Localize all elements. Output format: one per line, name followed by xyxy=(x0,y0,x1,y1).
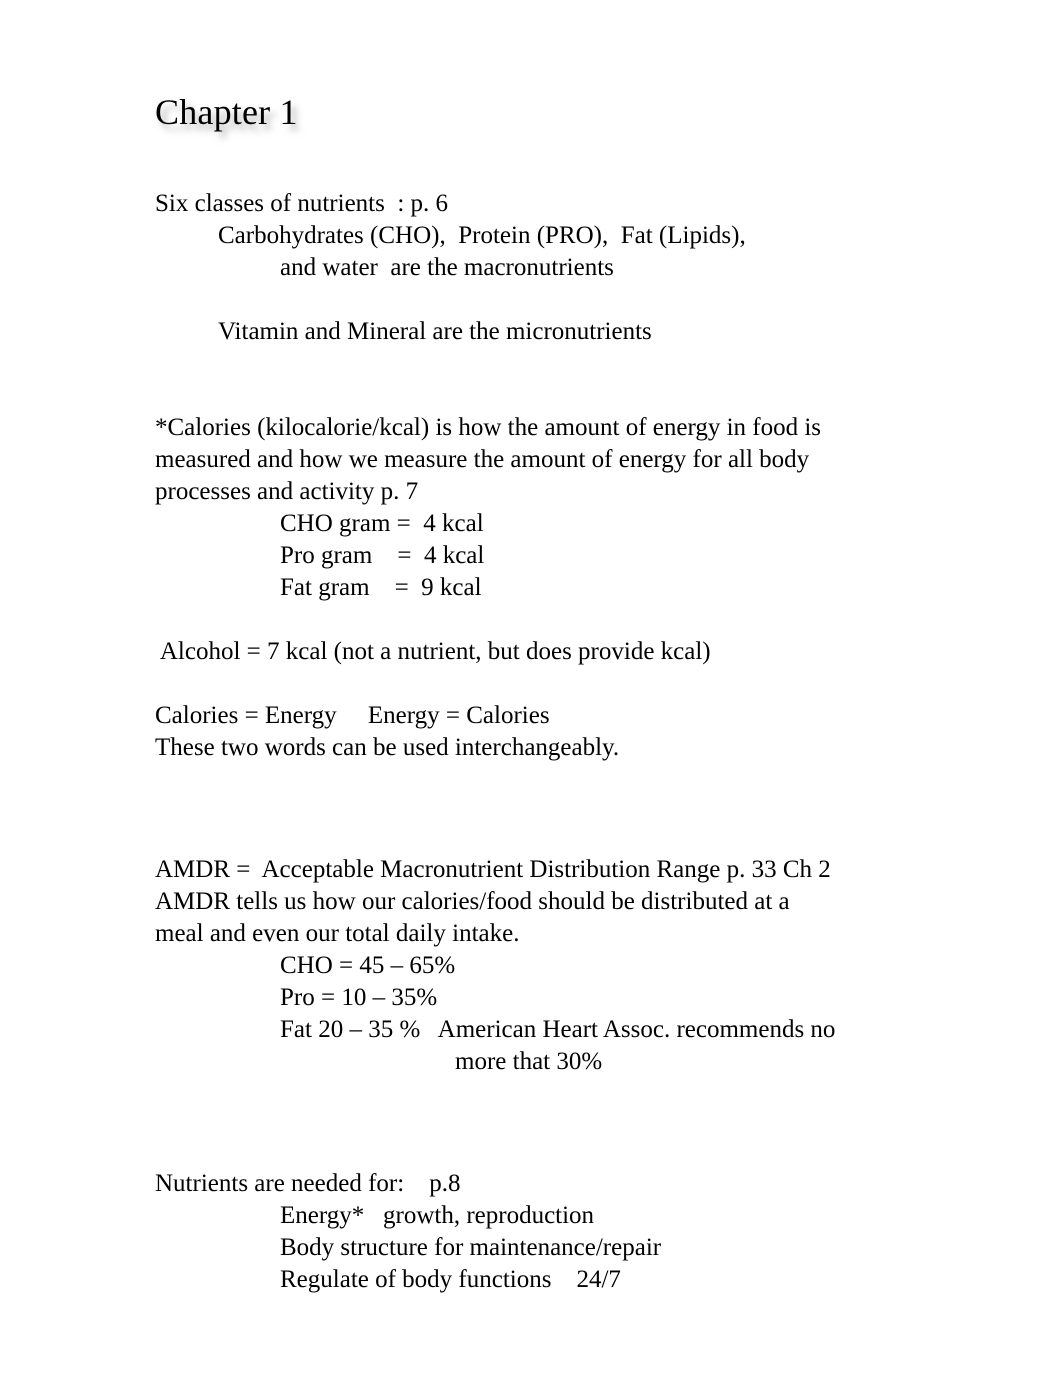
section-calories: *Calories (kilocalorie/kcal) is how the … xyxy=(155,412,955,764)
spacer-before-functions-2 xyxy=(155,1136,955,1168)
nutrient-function-body-structure: Body structure for maintenance/repair xyxy=(280,1234,662,1261)
macronutrients-line-continuation: and water are the macronutrients xyxy=(280,254,614,281)
spacer-before-functions xyxy=(155,1078,955,1136)
micronutrients-line: Vitamin and Mineral are the micronutrien… xyxy=(218,318,652,345)
amdr-range-cho: CHO = 45 – 65% xyxy=(280,952,456,979)
spacer-after-title xyxy=(155,134,955,188)
kcal-value-fat: Fat gram = 9 kcal xyxy=(280,574,482,601)
alcohol-line: Alcohol = 7 kcal (not a nutrient, but do… xyxy=(155,638,711,665)
nutrient-functions-heading: Nutrients are needed for: p.8 xyxy=(155,1170,461,1197)
amdr-range-fat-continuation: more that 30% xyxy=(455,1048,603,1075)
document-page: Chapter 1 Six classes of nutrients : p. … xyxy=(0,0,1062,1377)
calories-paragraph-line-2: measured and how we measure the amount o… xyxy=(155,446,810,473)
nutrient-function-regulate: Regulate of body functions 24/7 xyxy=(280,1266,621,1293)
document-body: Chapter 1 Six classes of nutrients : p. … xyxy=(155,90,955,1296)
amdr-definition-line-3: meal and even our total daily intake. xyxy=(155,920,520,947)
amdr-range-pro: Pro = 10 – 35% xyxy=(280,984,438,1011)
section-amdr: AMDR = Acceptable Macronutrient Distribu… xyxy=(155,854,955,1078)
page-title: Chapter 1 xyxy=(155,92,298,132)
kcal-value-pro: Pro gram = 4 kcal xyxy=(280,542,485,569)
calories-energy-note: These two words can be used interchangea… xyxy=(155,734,620,761)
section-nutrient-functions: Nutrients are needed for: p.8 Energy* gr… xyxy=(155,1168,955,1296)
amdr-definition-line-1: AMDR = Acceptable Macronutrient Distribu… xyxy=(155,856,831,883)
macronutrients-line: Carbohydrates (CHO), Protein (PRO), Fat … xyxy=(218,222,746,249)
calories-energy-equivalence: Calories = Energy Energy = Calories xyxy=(155,702,550,729)
nutrient-classes-heading: Six classes of nutrients : p. 6 xyxy=(155,190,449,217)
section-nutrient-classes: Six classes of nutrients : p. 6 Carbohyd… xyxy=(155,188,955,348)
spacer-before-amdr xyxy=(155,764,955,822)
kcal-value-cho: CHO gram = 4 kcal xyxy=(280,510,484,537)
nutrient-function-energy: Energy* growth, reproduction xyxy=(280,1202,595,1229)
spacer-before-amdr-2 xyxy=(155,822,955,854)
calories-paragraph-line-1: *Calories (kilocalorie/kcal) is how the … xyxy=(155,414,822,441)
spacer-before-calories xyxy=(155,348,955,412)
amdr-definition-line-2: AMDR tells us how our calories/food shou… xyxy=(155,888,790,915)
amdr-range-fat: Fat 20 – 35 % American Heart Assoc. reco… xyxy=(280,1016,836,1043)
calories-paragraph-line-3: processes and activity p. 7 xyxy=(155,478,419,505)
